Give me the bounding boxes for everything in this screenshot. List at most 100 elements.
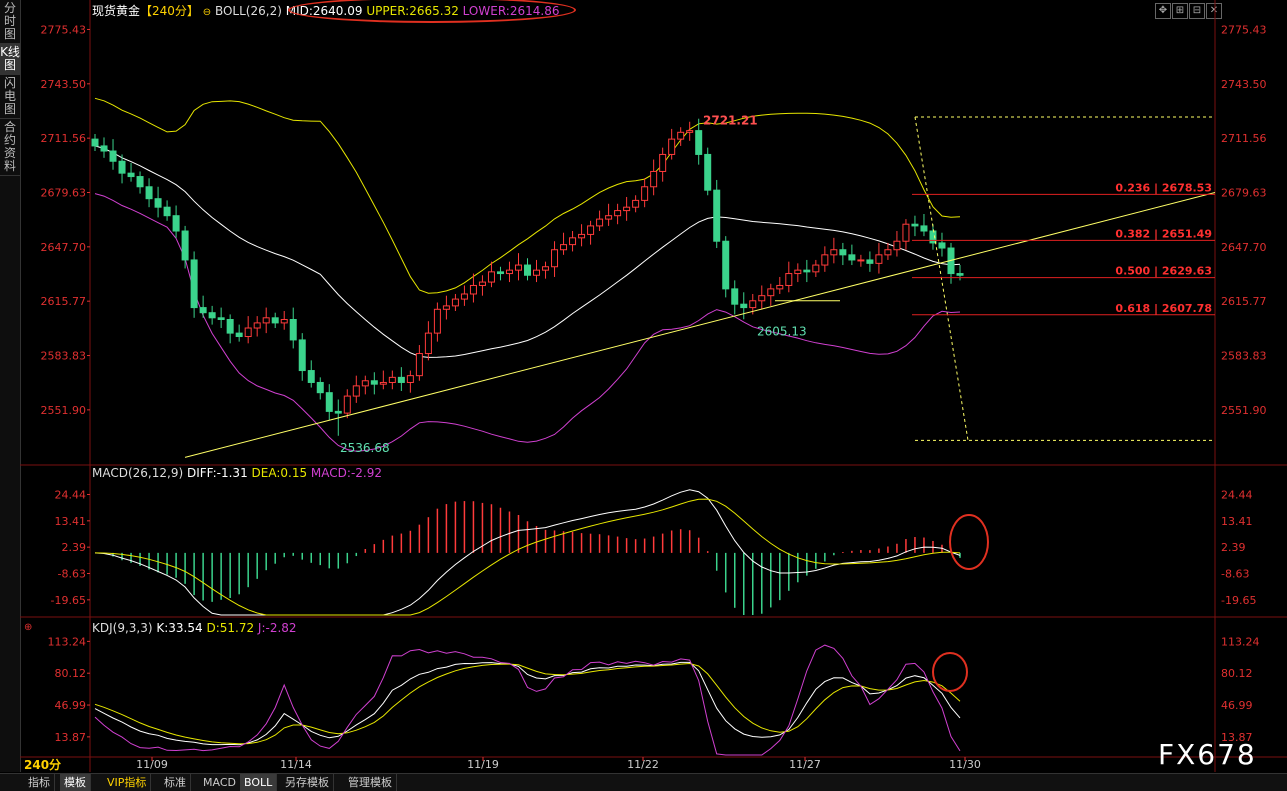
candle-body — [154, 198, 162, 208]
candle-body — [695, 130, 703, 155]
tab-boll[interactable]: BOLL — [240, 774, 278, 791]
candle-body — [433, 308, 441, 334]
candle-body — [298, 339, 306, 372]
price-tick-left: 2775.43 — [41, 23, 87, 36]
candle-body — [208, 312, 216, 319]
candle-body — [424, 332, 432, 355]
candle-body — [262, 317, 270, 324]
price-tick-right: 2551.90 — [1221, 404, 1267, 417]
candle-body — [244, 327, 252, 338]
candle-body — [758, 295, 766, 302]
kdj-tick-left: 13.87 — [55, 731, 87, 744]
price-tick-right: 2743.50 — [1221, 78, 1267, 91]
macd-legend-item: DIFF:-1.31 — [183, 466, 248, 480]
tab-manage-template[interactable]: 管理模板 — [344, 774, 397, 791]
price-tick-left: 2711.56 — [41, 132, 87, 145]
candle-body — [145, 186, 153, 200]
price-tick-left: 2679.63 — [41, 187, 87, 200]
macd-tick-right: 24.44 — [1221, 488, 1253, 501]
candle-body — [650, 170, 658, 188]
candle-body — [569, 237, 577, 246]
candle-body — [217, 317, 225, 321]
tab-standard[interactable]: 标准 — [160, 774, 191, 791]
trendline — [184, 192, 1216, 458]
candle-body — [514, 264, 522, 271]
kdj-marker-icon: ⊕ — [24, 622, 32, 633]
tab-macd[interactable]: MACD — [199, 774, 241, 791]
candle-body — [938, 242, 946, 249]
kdj-tick-right: 46.99 — [1221, 699, 1253, 712]
candle-body — [469, 284, 477, 295]
tab-indicator[interactable]: 指标 — [24, 774, 55, 791]
candle-body — [289, 319, 297, 341]
kdj-j-line — [94, 644, 961, 756]
candle-body — [839, 249, 847, 256]
price-tick-left: 2615.77 — [41, 295, 87, 308]
candle-body — [307, 370, 315, 383]
candle-body — [235, 332, 243, 338]
candle-body — [956, 273, 964, 276]
candle-body — [848, 254, 856, 261]
candle-body — [920, 225, 928, 232]
kdj-legend-item: J:-2.82 — [254, 621, 296, 635]
tab-save-template[interactable]: 另存模板 — [281, 774, 334, 791]
kdj-tick-left: 46.99 — [55, 699, 87, 712]
candle-body — [253, 322, 261, 329]
candle-body — [496, 271, 504, 275]
price-tick-left: 2743.50 — [41, 78, 87, 91]
fib-level-label: 0.500 | 2629.63 — [1115, 265, 1212, 278]
candle-body — [91, 138, 99, 147]
candle-body — [659, 153, 667, 172]
candle-body — [343, 395, 351, 414]
kdj-legend: KDJ(9,3,3) K:33.54 D:51.72 J:-2.82 — [92, 621, 297, 635]
candle-body — [397, 376, 405, 383]
period-tag[interactable]: 240分 — [24, 756, 61, 773]
macd-tick-right: 2.39 — [1221, 541, 1246, 554]
candle-body — [902, 223, 910, 242]
candle-body — [632, 199, 640, 208]
candle-body — [533, 269, 541, 276]
candle-body — [722, 240, 730, 290]
candle-body — [334, 410, 342, 414]
candle-body — [866, 259, 874, 264]
macd-tick-right: -8.63 — [1221, 567, 1249, 580]
tab-template[interactable]: 模板 — [60, 774, 91, 791]
kdj-legend-item: D:51.72 — [203, 621, 254, 635]
candle-body — [352, 385, 360, 397]
price-tick-right: 2647.70 — [1221, 241, 1267, 254]
low-annotation: 2605.13 — [757, 324, 807, 338]
candle-body — [505, 269, 513, 275]
candle-body — [487, 271, 495, 283]
kdj-tick-right: 113.24 — [1221, 635, 1260, 648]
watermark: FX678 — [1158, 738, 1257, 771]
macd-legend-item: MACD:-2.92 — [307, 466, 382, 480]
macd-dea-line — [94, 498, 961, 616]
candle-body — [190, 259, 198, 309]
candle-body — [767, 288, 775, 297]
candle-body — [605, 215, 613, 220]
candle-body — [127, 172, 135, 178]
candle-body — [478, 281, 486, 286]
price-tick-right: 2679.63 — [1221, 187, 1267, 200]
candle-body — [812, 264, 820, 273]
low-annotation: 2536.68 — [340, 441, 390, 455]
price-tick-right: 2775.43 — [1221, 23, 1267, 36]
candle-body — [379, 381, 387, 385]
kdj-tick-left: 113.24 — [48, 635, 87, 648]
fib-level-label: 0.618 | 2607.78 — [1115, 302, 1212, 315]
price-tick-right: 2615.77 — [1221, 295, 1267, 308]
candle-body — [821, 254, 829, 266]
fib-level-label: 0.382 | 2651.49 — [1115, 227, 1212, 240]
price-tick-right: 2583.83 — [1221, 350, 1267, 363]
macd-legend-item: DEA:0.15 — [248, 466, 307, 480]
candle-body — [271, 317, 279, 324]
candle-body — [704, 153, 712, 191]
candle-body — [325, 392, 333, 412]
candle-body — [199, 307, 207, 314]
candle-body — [524, 264, 531, 276]
chart-canvas[interactable]: 2775.43 2775.43 2743.50 2743.50 2711.56 2711.… — [0, 0, 1287, 790]
price-tick-left: 2583.83 — [41, 350, 87, 363]
candle-body — [794, 269, 802, 275]
tab-vip-indicator[interactable]: VIP指标 — [103, 774, 152, 791]
candle-body — [163, 206, 171, 217]
